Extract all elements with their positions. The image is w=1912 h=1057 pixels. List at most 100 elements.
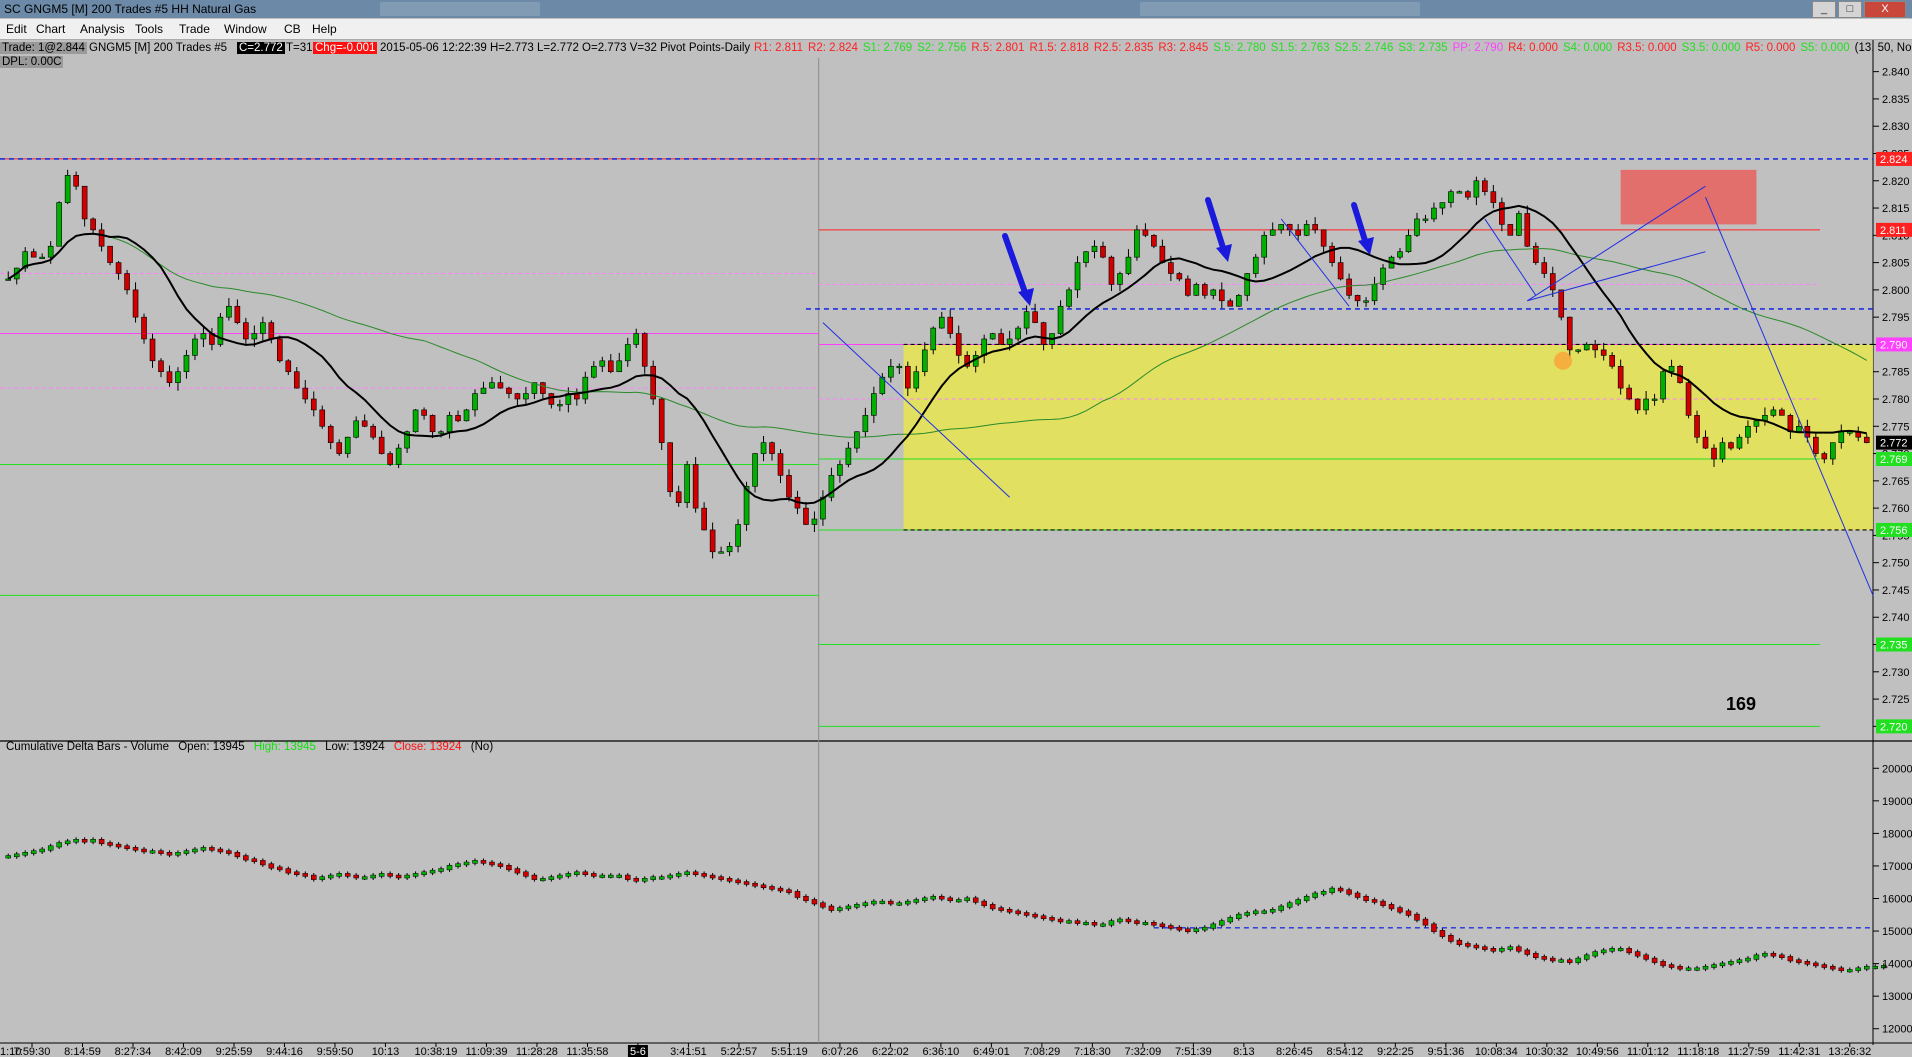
delta-bar: [1431, 921, 1437, 934]
candle-body: [1159, 245, 1166, 263]
candle-body: [862, 415, 869, 433]
candle-body: [30, 251, 37, 258]
time-label: 9:22:25: [1377, 1046, 1414, 1057]
candle-body: [675, 491, 682, 503]
candle-body: [1193, 284, 1200, 296]
tick-count: T=31: [286, 42, 313, 54]
candle: [989, 332, 996, 340]
candle-body: [1142, 229, 1149, 236]
candle-body: [1609, 355, 1615, 367]
candle-body: [1711, 447, 1717, 460]
candle-body: [947, 316, 954, 334]
candle-body: [913, 371, 920, 389]
candle-body: [1023, 311, 1030, 329]
price-tick-label: 2.730: [1882, 667, 1910, 679]
candle: [930, 326, 937, 355]
candle-body: [557, 404, 563, 407]
candle-body: [1269, 229, 1276, 236]
candle-body: [98, 229, 105, 247]
candle-body: [1456, 191, 1463, 194]
time-label: 8:13: [1233, 1046, 1254, 1057]
candle-body: [1685, 382, 1692, 416]
candle-body: [141, 316, 147, 340]
chart-canvas[interactable]: 2.8402.8352.8302.8252.8202.8152.8102.805…: [0, 0, 1912, 1057]
candle-body: [921, 349, 928, 373]
candle-body: [514, 393, 521, 400]
candle: [107, 245, 113, 266]
time-label: 6:22:02: [872, 1046, 909, 1057]
candle-body: [455, 415, 461, 422]
candle: [56, 201, 62, 247]
info-bar: Trade: 1@2.844 GNGM5 [M] 200 Trades #5 C…: [0, 40, 1912, 58]
candle-body: [938, 316, 945, 329]
candle-body: [268, 322, 275, 340]
candle-body: [1295, 229, 1301, 236]
time-label: 8:14:59: [64, 1046, 101, 1057]
pivot-value: S1.5: 2.763: [1270, 42, 1330, 54]
time-label: 11:42:31: [1778, 1046, 1820, 1057]
candle-body: [540, 382, 546, 394]
time-label: 10:13: [372, 1046, 400, 1057]
delta-tick-label: 15000: [1882, 926, 1912, 938]
pivot-value: R2: 2.824: [808, 42, 858, 54]
candle-body: [845, 447, 852, 465]
time-label: 8:26:45: [1276, 1046, 1313, 1057]
candle-body: [777, 453, 784, 476]
delta-tick-label: 17000: [1882, 861, 1912, 873]
candle-body: [1490, 191, 1497, 203]
time-label: 9:44:16: [266, 1046, 303, 1057]
candle-body: [1057, 305, 1064, 334]
candle-body: [930, 327, 937, 351]
pivot-values: R1: 2.811 R2: 2.824 S1: 2.769 S2: 2.756 R.5:…: [754, 42, 1912, 54]
candle-body: [463, 409, 470, 422]
candle: [667, 442, 673, 497]
candle-body: [1779, 409, 1785, 416]
candle-body: [183, 355, 190, 373]
time-label: 8:42:09: [165, 1046, 202, 1057]
candle-body: [429, 415, 436, 433]
delta-tick-label: 14000: [1882, 959, 1912, 971]
candle-body: [1252, 256, 1259, 274]
candle-body: [1583, 344, 1590, 351]
candle-body: [718, 551, 724, 554]
time-label: 7:18:30: [1074, 1046, 1111, 1057]
pivot-value: R3: 2.845: [1158, 42, 1209, 54]
candle-body: [1541, 262, 1548, 274]
delta-tick-label: 12000: [1882, 1024, 1912, 1036]
candle-body: [1431, 207, 1437, 220]
candle-body: [1736, 436, 1743, 449]
candle-body: [1134, 229, 1140, 258]
dpl-value: DPL: 0.00C: [0, 56, 64, 68]
candle-body: [955, 333, 962, 356]
candle-body: [175, 371, 181, 383]
candle-body: [1524, 213, 1531, 247]
candle-body: [752, 453, 758, 487]
candle-body: [1507, 224, 1514, 236]
candle-body: [1125, 256, 1132, 274]
candle-body: [421, 409, 427, 416]
candle-body: [523, 393, 529, 400]
candle-body: [1066, 289, 1072, 307]
candle-body: [633, 333, 640, 345]
candle-body: [1651, 398, 1658, 401]
candle-body: [1821, 453, 1828, 460]
time-label: 11:27:59: [1728, 1046, 1770, 1057]
price-badge-label: 2.720: [1880, 721, 1908, 733]
candle-body: [1482, 180, 1488, 192]
candle-body: [658, 398, 665, 443]
candle-body: [1117, 273, 1123, 285]
candle-body: [353, 420, 359, 438]
candle: [650, 360, 657, 405]
delta-tick-label: 19000: [1882, 796, 1912, 808]
candle-body: [1448, 191, 1454, 203]
candle-body: [1185, 278, 1191, 296]
candle-body: [1227, 300, 1234, 307]
candle-body: [1660, 371, 1666, 400]
time-label: 5:51:19: [771, 1046, 808, 1057]
candle-body: [871, 393, 877, 416]
time-label: 3:41:51: [670, 1046, 707, 1057]
candle-body: [1549, 273, 1556, 291]
time-label: 10:08:34: [1475, 1046, 1518, 1057]
candle-body: [1838, 431, 1845, 443]
pivot-value: S1: 2.769: [862, 42, 913, 54]
